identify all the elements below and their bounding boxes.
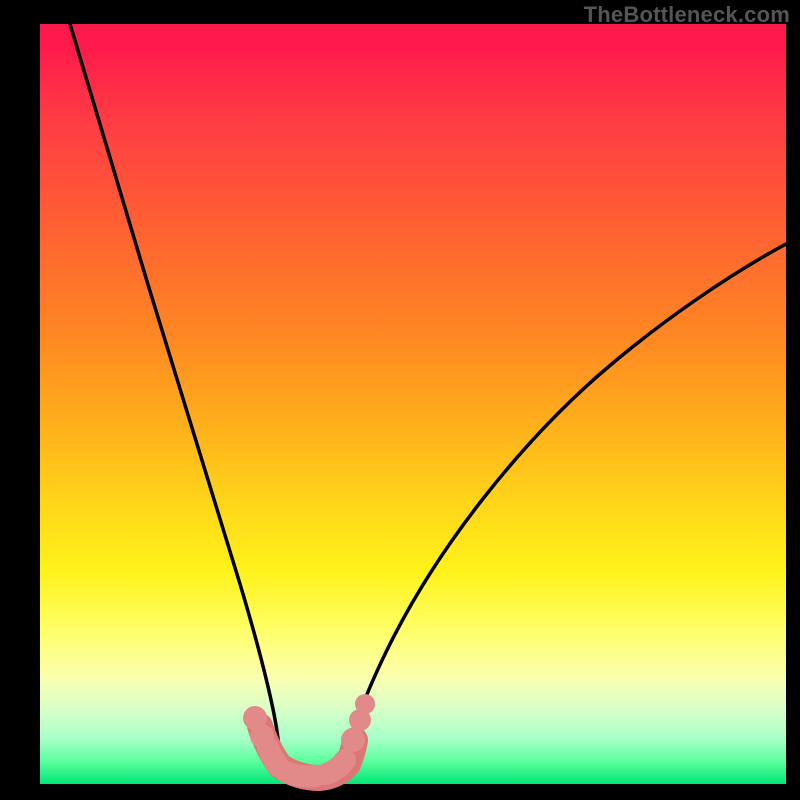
worm-bead xyxy=(341,728,365,752)
worm-segment xyxy=(268,748,278,766)
worm-segment xyxy=(286,772,316,777)
worm-bead xyxy=(355,694,375,714)
worm-annotation xyxy=(243,694,375,778)
chart-overlay xyxy=(40,24,786,784)
worm-segment xyxy=(326,760,345,774)
right-curve xyxy=(342,244,786,772)
left-curve xyxy=(70,24,280,768)
